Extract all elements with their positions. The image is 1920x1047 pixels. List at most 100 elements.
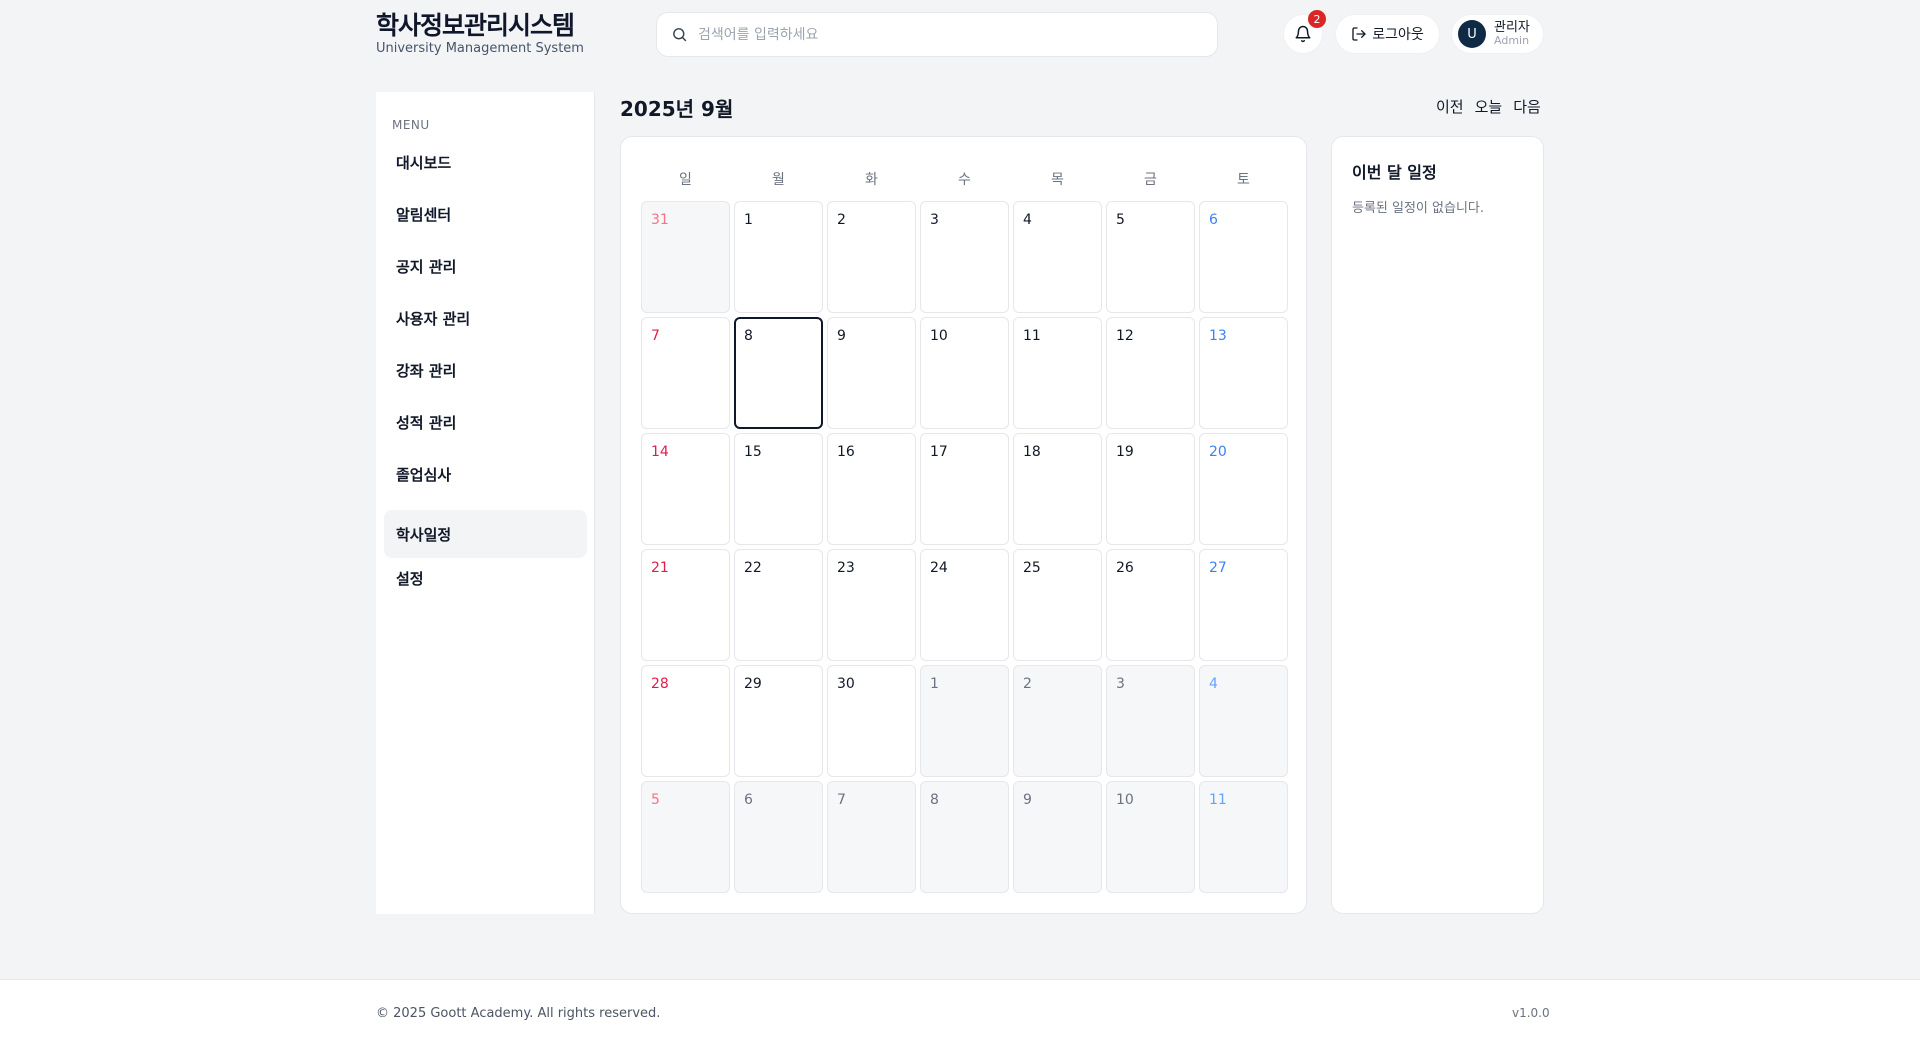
- day-number: 18: [1023, 444, 1041, 460]
- day-number: 8: [930, 792, 939, 808]
- calendar-day-cell[interactable]: 5: [1106, 201, 1195, 313]
- calendar-day-cell-today[interactable]: 8: [734, 317, 823, 429]
- calendar-day-cell[interactable]: 7: [641, 317, 730, 429]
- day-number: 19: [1116, 444, 1134, 460]
- calendar-day-cell[interactable]: 16: [827, 433, 916, 545]
- day-number: 17: [930, 444, 948, 460]
- calendar-day-cell[interactable]: 30: [827, 665, 916, 777]
- day-number: 21: [651, 560, 669, 576]
- calendar-day-cell[interactable]: 10: [920, 317, 1009, 429]
- calendar-day-cell[interactable]: 9: [1013, 781, 1102, 893]
- calendar-day-cell[interactable]: 11: [1199, 781, 1288, 893]
- calendar-day-cell[interactable]: 17: [920, 433, 1009, 545]
- calendar-day-cell[interactable]: 24: [920, 549, 1009, 661]
- calendar-day-cell[interactable]: 28: [641, 665, 730, 777]
- calendar-day-cell[interactable]: 27: [1199, 549, 1288, 661]
- day-number: 1: [744, 212, 753, 228]
- calendar-day-cell[interactable]: 15: [734, 433, 823, 545]
- day-number: 11: [1023, 328, 1041, 344]
- day-number: 30: [837, 676, 855, 692]
- day-number: 8: [744, 328, 753, 344]
- logout-label: 로그아웃: [1372, 27, 1424, 43]
- calendar-day-cell[interactable]: 19: [1106, 433, 1195, 545]
- day-number: 28: [651, 676, 669, 692]
- calendar-day-cell[interactable]: 3: [1106, 665, 1195, 777]
- prev-month-button[interactable]: 이전: [1436, 96, 1464, 117]
- events-title: 이번 달 일정: [1352, 163, 1437, 182]
- calendar-day-cell[interactable]: 31: [641, 201, 730, 313]
- calendar-day-cell[interactable]: 29: [734, 665, 823, 777]
- day-number: 2: [837, 212, 846, 228]
- day-number: 5: [651, 792, 660, 808]
- calendar-day-cell[interactable]: 8: [920, 781, 1009, 893]
- today-button[interactable]: 오늘: [1475, 96, 1503, 117]
- day-number: 27: [1209, 560, 1227, 576]
- weekday-header: 수: [958, 172, 971, 188]
- brand[interactable]: 학사정보관리시스템 University Management System: [376, 10, 584, 56]
- calendar-day-cell[interactable]: 14: [641, 433, 730, 545]
- calendar-day-cell[interactable]: 13: [1199, 317, 1288, 429]
- sidebar-item-notices[interactable]: 공지 관리: [384, 242, 587, 290]
- day-number: 13: [1209, 328, 1227, 344]
- calendar-day-cell[interactable]: 18: [1013, 433, 1102, 545]
- sidebar-item-grades[interactable]: 성적 관리: [384, 398, 587, 446]
- calendar-day-cell[interactable]: 2: [1013, 665, 1102, 777]
- day-number: 26: [1116, 560, 1134, 576]
- sidebar-item-graduation[interactable]: 졸업심사: [384, 450, 587, 498]
- calendar-day-cell[interactable]: 22: [734, 549, 823, 661]
- search-input[interactable]: [698, 26, 1198, 43]
- day-number: 10: [1116, 792, 1134, 808]
- calendar-day-cell[interactable]: 7: [827, 781, 916, 893]
- calendar-day-cell[interactable]: 21: [641, 549, 730, 661]
- weekday-header: 일: [679, 172, 692, 188]
- user-menu[interactable]: U 관리자 Admin: [1451, 14, 1544, 54]
- calendar-day-cell[interactable]: 23: [827, 549, 916, 661]
- calendar-day-cell[interactable]: 12: [1106, 317, 1195, 429]
- menu-label: MENU: [392, 118, 430, 132]
- calendar-day-cell[interactable]: 1: [920, 665, 1009, 777]
- calendar-day-cell[interactable]: 11: [1013, 317, 1102, 429]
- sidebar-item-settings[interactable]: 설정: [384, 554, 587, 602]
- search-bar[interactable]: [656, 12, 1218, 57]
- sidebar-item-notifications[interactable]: 알림센터: [384, 190, 587, 238]
- sidebar-item-dashboard[interactable]: 대시보드: [384, 138, 587, 186]
- calendar-day-cell[interactable]: 6: [1199, 201, 1288, 313]
- calendar-day-cell[interactable]: 26: [1106, 549, 1195, 661]
- sidebar-item-users[interactable]: 사용자 관리: [384, 294, 587, 342]
- calendar-day-cell[interactable]: 2: [827, 201, 916, 313]
- day-number: 5: [1116, 212, 1125, 228]
- sidebar-item-academic-calendar[interactable]: 학사일정: [384, 510, 587, 558]
- calendar-day-cell[interactable]: 4: [1199, 665, 1288, 777]
- app-subtitle: University Management System: [376, 41, 584, 56]
- day-number: 2: [1023, 676, 1032, 692]
- notification-badge: 2: [1308, 10, 1326, 28]
- day-number: 22: [744, 560, 762, 576]
- day-number: 6: [1209, 212, 1218, 228]
- calendar-day-cell[interactable]: 20: [1199, 433, 1288, 545]
- logout-button[interactable]: 로그아웃: [1335, 14, 1440, 54]
- events-empty-message: 등록된 일정이 없습니다.: [1352, 201, 1484, 216]
- calendar-day-cell[interactable]: 4: [1013, 201, 1102, 313]
- day-number: 7: [651, 328, 660, 344]
- logout-icon: [1352, 27, 1366, 41]
- calendar-day-cell[interactable]: 10: [1106, 781, 1195, 893]
- sidebar-item-courses[interactable]: 강좌 관리: [384, 346, 587, 394]
- day-number: 14: [651, 444, 669, 460]
- calendar-day-cell[interactable]: 6: [734, 781, 823, 893]
- next-month-button[interactable]: 다음: [1513, 96, 1541, 117]
- day-number: 24: [930, 560, 948, 576]
- day-number: 15: [744, 444, 762, 460]
- day-number: 29: [744, 676, 762, 692]
- calendar-day-cell[interactable]: 3: [920, 201, 1009, 313]
- footer-version: v1.0.0: [1512, 1006, 1550, 1020]
- day-number: 9: [1023, 792, 1032, 808]
- weekday-header: 화: [865, 172, 878, 188]
- user-role: Admin: [1494, 34, 1530, 47]
- calendar-day-cell[interactable]: 25: [1013, 549, 1102, 661]
- calendar-day-cell[interactable]: 9: [827, 317, 916, 429]
- day-number: 10: [930, 328, 948, 344]
- day-number: 12: [1116, 328, 1134, 344]
- avatar: U: [1458, 20, 1486, 48]
- calendar-day-cell[interactable]: 5: [641, 781, 730, 893]
- calendar-day-cell[interactable]: 1: [734, 201, 823, 313]
